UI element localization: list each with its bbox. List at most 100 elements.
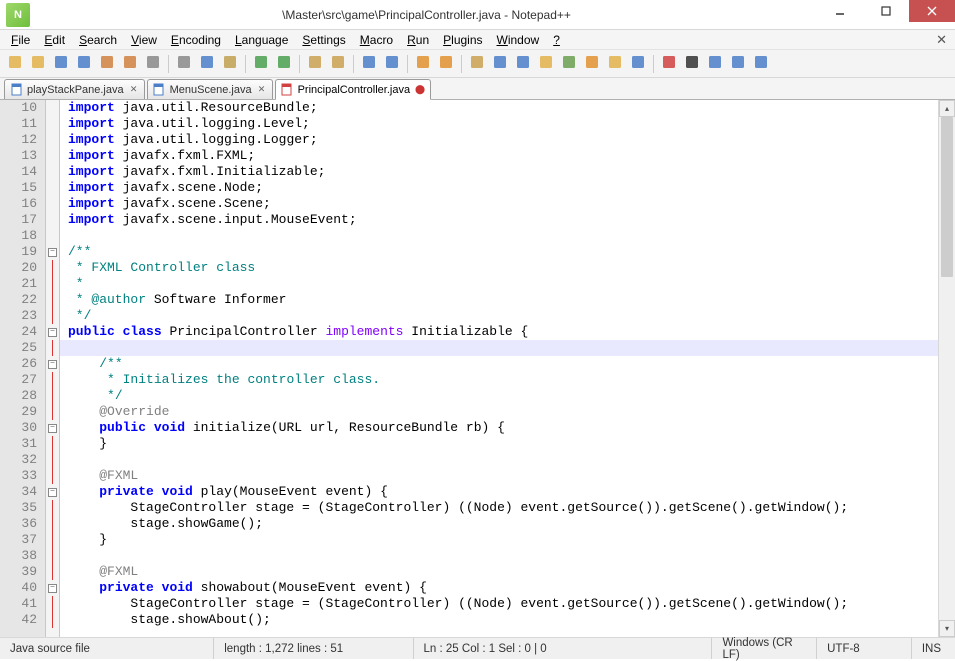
menu-view[interactable]: View bbox=[124, 31, 164, 49]
redo-button[interactable] bbox=[273, 53, 295, 75]
code-line[interactable]: import java.util.logging.Level; bbox=[60, 116, 938, 132]
tab-2[interactable]: PrincipalController.java⬤ bbox=[275, 79, 432, 100]
menu-file[interactable]: File bbox=[4, 31, 37, 49]
folder-view-button[interactable] bbox=[535, 53, 557, 75]
play-multiple-button[interactable] bbox=[727, 53, 749, 75]
close-all-button[interactable] bbox=[119, 53, 141, 75]
word-wrap-icon bbox=[469, 54, 485, 73]
code-line[interactable]: StageController stage = (StageController… bbox=[60, 500, 938, 516]
scroll-down-icon[interactable]: ▾ bbox=[939, 620, 955, 637]
code-line[interactable]: import java.util.logging.Logger; bbox=[60, 132, 938, 148]
code-area[interactable]: import java.util.ResourceBundle;import j… bbox=[60, 100, 938, 637]
folder-workspace-button[interactable] bbox=[604, 53, 626, 75]
monitoring-button[interactable] bbox=[627, 53, 649, 75]
code-line[interactable]: /** bbox=[60, 244, 938, 260]
code-line[interactable]: } bbox=[60, 532, 938, 548]
code-line[interactable]: } bbox=[60, 436, 938, 452]
doc-map-button[interactable] bbox=[558, 53, 580, 75]
save-button[interactable] bbox=[50, 53, 72, 75]
zoom-in-button[interactable] bbox=[358, 53, 380, 75]
indent-guide-button[interactable] bbox=[512, 53, 534, 75]
tab-close-icon[interactable]: ✕ bbox=[128, 84, 140, 96]
doc-close-icon[interactable]: ✕ bbox=[936, 32, 947, 48]
menu-search[interactable]: Search bbox=[72, 31, 124, 49]
menu-settings[interactable]: Settings bbox=[295, 31, 352, 49]
code-line[interactable] bbox=[60, 548, 938, 564]
close-button[interactable] bbox=[96, 53, 118, 75]
code-line[interactable]: @Override bbox=[60, 404, 938, 420]
code-line[interactable]: public class PrincipalController impleme… bbox=[60, 324, 938, 340]
tab-close-icon[interactable]: ✕ bbox=[256, 84, 268, 96]
menu-help[interactable]: ? bbox=[546, 31, 567, 49]
code-line[interactable]: StageController stage = (StageController… bbox=[60, 596, 938, 612]
menu-macro[interactable]: Macro bbox=[353, 31, 400, 49]
sync-h-button[interactable] bbox=[435, 53, 457, 75]
code-line[interactable]: @FXML bbox=[60, 468, 938, 484]
print-button[interactable] bbox=[142, 53, 164, 75]
code-line[interactable]: import javafx.scene.Scene; bbox=[60, 196, 938, 212]
code-line[interactable]: */ bbox=[60, 308, 938, 324]
new-file-button[interactable] bbox=[4, 53, 26, 75]
maximize-button[interactable] bbox=[863, 0, 909, 22]
code-line[interactable] bbox=[60, 340, 938, 356]
code-line[interactable]: * bbox=[60, 276, 938, 292]
code-line[interactable]: */ bbox=[60, 388, 938, 404]
save-all-button[interactable] bbox=[73, 53, 95, 75]
code-line[interactable]: @FXML bbox=[60, 564, 938, 580]
code-line[interactable]: stage.showGame(); bbox=[60, 516, 938, 532]
cut-button[interactable] bbox=[173, 53, 195, 75]
statusbar: Java source file length : 1,272 lines : … bbox=[0, 637, 955, 659]
open-file-button[interactable] bbox=[27, 53, 49, 75]
show-all-chars-button[interactable] bbox=[489, 53, 511, 75]
scroll-thumb[interactable] bbox=[941, 117, 953, 277]
func-list-button[interactable] bbox=[581, 53, 603, 75]
tab-0[interactable]: playStackPane.java✕ bbox=[4, 79, 145, 99]
status-insert-mode[interactable]: INS bbox=[912, 638, 955, 659]
undo-button[interactable] bbox=[250, 53, 272, 75]
fold-column[interactable]: −−−−−− bbox=[46, 100, 60, 637]
close-button[interactable] bbox=[909, 0, 955, 22]
zoom-out-button[interactable] bbox=[381, 53, 403, 75]
code-line[interactable]: import java.util.ResourceBundle; bbox=[60, 100, 938, 116]
play-macro-button[interactable] bbox=[704, 53, 726, 75]
menu-plugins[interactable]: Plugins bbox=[436, 31, 489, 49]
code-line[interactable]: * FXML Controller class bbox=[60, 260, 938, 276]
menu-run[interactable]: Run bbox=[400, 31, 436, 49]
toolbar bbox=[0, 50, 955, 78]
code-line[interactable] bbox=[60, 452, 938, 468]
code-line[interactable]: * Initializes the controller class. bbox=[60, 372, 938, 388]
tab-1[interactable]: MenuScene.java✕ bbox=[147, 79, 273, 99]
minimize-button[interactable] bbox=[817, 0, 863, 22]
menu-encoding[interactable]: Encoding bbox=[164, 31, 228, 49]
tab-close-icon[interactable]: ⬤ bbox=[414, 84, 426, 96]
stop-macro-button[interactable] bbox=[681, 53, 703, 75]
paste-button[interactable] bbox=[219, 53, 241, 75]
status-encoding[interactable]: UTF-8 bbox=[817, 638, 912, 659]
code-line[interactable]: stage.showAbout(); bbox=[60, 612, 938, 628]
code-line[interactable]: /** bbox=[60, 356, 938, 372]
status-eol[interactable]: Windows (CR LF) bbox=[712, 638, 817, 659]
word-wrap-button[interactable] bbox=[466, 53, 488, 75]
find-button[interactable] bbox=[304, 53, 326, 75]
copy-button[interactable] bbox=[196, 53, 218, 75]
sync-v-button[interactable] bbox=[412, 53, 434, 75]
code-line[interactable]: import javafx.scene.input.MouseEvent; bbox=[60, 212, 938, 228]
folder-view-icon bbox=[538, 54, 554, 73]
code-line[interactable]: import javafx.fxml.FXML; bbox=[60, 148, 938, 164]
show-all-chars-icon bbox=[492, 54, 508, 73]
record-macro-button[interactable] bbox=[658, 53, 680, 75]
code-line[interactable]: * @author Software Informer bbox=[60, 292, 938, 308]
menu-language[interactable]: Language bbox=[228, 31, 295, 49]
menu-window[interactable]: Window bbox=[490, 31, 547, 49]
menu-edit[interactable]: Edit bbox=[37, 31, 72, 49]
save-macro-button[interactable] bbox=[750, 53, 772, 75]
code-line[interactable] bbox=[60, 228, 938, 244]
code-line[interactable]: public void initialize(URL url, Resource… bbox=[60, 420, 938, 436]
scroll-up-icon[interactable]: ▴ bbox=[939, 100, 955, 117]
code-line[interactable]: private void play(MouseEvent event) { bbox=[60, 484, 938, 500]
replace-button[interactable] bbox=[327, 53, 349, 75]
vertical-scrollbar[interactable]: ▴ ▾ bbox=[938, 100, 955, 637]
code-line[interactable]: private void showabout(MouseEvent event)… bbox=[60, 580, 938, 596]
code-line[interactable]: import javafx.fxml.Initializable; bbox=[60, 164, 938, 180]
code-line[interactable]: import javafx.scene.Node; bbox=[60, 180, 938, 196]
